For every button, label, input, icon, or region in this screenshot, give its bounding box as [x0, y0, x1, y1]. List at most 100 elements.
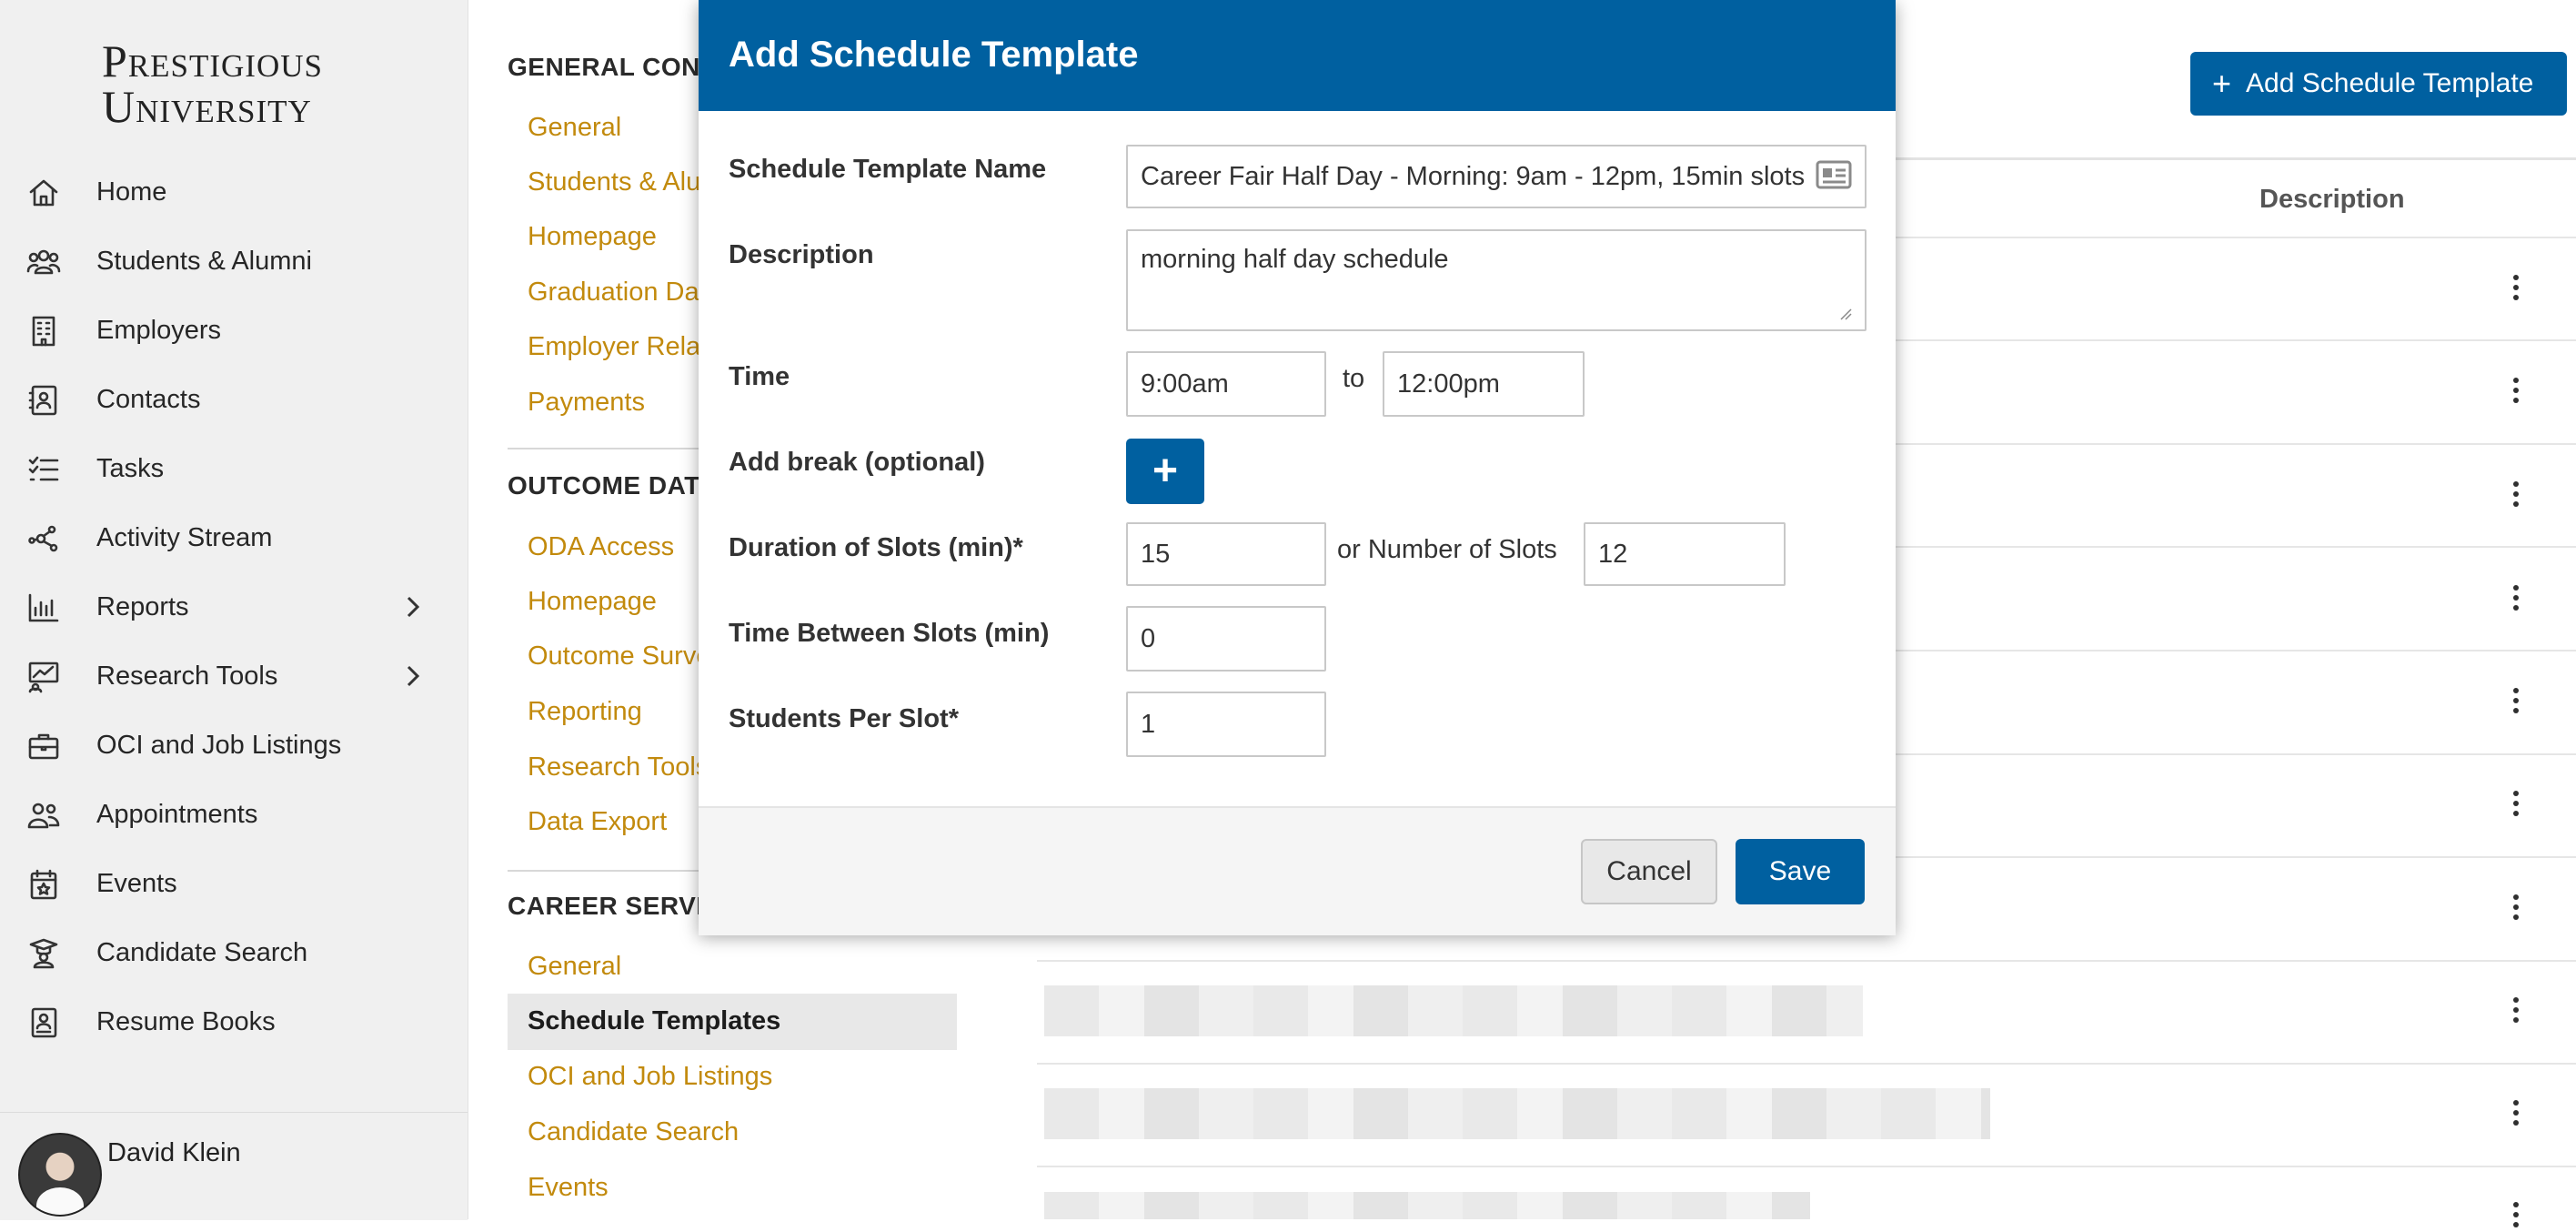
- nav-item-activity-stream[interactable]: Activity Stream: [0, 503, 468, 572]
- add-schedule-template-dialog: Add Schedule Template Schedule Template …: [699, 0, 1896, 935]
- nav-item-contacts[interactable]: Contacts: [0, 365, 468, 434]
- nav-label: Home: [96, 177, 167, 207]
- submenu-link-reporting[interactable]: Reporting: [528, 697, 642, 727]
- nav-label: OCI and Job Listings: [96, 730, 342, 760]
- dialog-footer: Cancel Save: [699, 806, 1896, 935]
- row-menu-icon[interactable]: [2505, 685, 2527, 718]
- column-header-description[interactable]: Description: [2259, 185, 2405, 215]
- chevron-right-icon[interactable]: [400, 594, 426, 620]
- time-label: Time: [729, 362, 790, 391]
- nav-item-oci-job-listings[interactable]: OCI and Job Listings: [0, 711, 468, 780]
- people-icon: [25, 797, 62, 833]
- submenu-link-candidate-search[interactable]: Candidate Search: [528, 1117, 739, 1147]
- slot-duration-input[interactable]: [1126, 522, 1326, 586]
- sidebar: Prestigious University Home Students & A…: [0, 0, 468, 1220]
- table-row-divider: [1037, 960, 2576, 962]
- row-menu-icon[interactable]: [2505, 1199, 2527, 1232]
- network-icon: [25, 520, 62, 557]
- contact-card-icon[interactable]: [1816, 160, 1852, 189]
- table-row-divider: [1037, 1166, 2576, 1167]
- submenu-link-oci-job-listings[interactable]: OCI and Job Listings: [528, 1062, 772, 1092]
- avatar[interactable]: [18, 1133, 102, 1217]
- submenu-link-data-export[interactable]: Data Export: [528, 807, 667, 837]
- task-list-icon: [25, 451, 62, 488]
- cancel-button[interactable]: Cancel: [1581, 839, 1717, 904]
- users-icon: [25, 244, 62, 280]
- row-menu-icon[interactable]: [2505, 995, 2527, 1027]
- description-textarea[interactable]: morning half day schedule: [1126, 229, 1867, 331]
- time-between-slots-label: Time Between Slots (min): [729, 619, 1050, 648]
- dialog-header: Add Schedule Template: [699, 0, 1896, 111]
- bar-chart-icon: [25, 590, 62, 626]
- students-per-slot-label: Students Per Slot*: [729, 704, 959, 733]
- time-between-slots-input[interactable]: [1126, 606, 1326, 672]
- submenu-link-events[interactable]: Events: [528, 1173, 609, 1203]
- add-break-button[interactable]: +: [1126, 439, 1204, 504]
- slot-duration-label: Duration of Slots (min)*: [729, 533, 1023, 562]
- building-icon: [25, 313, 62, 349]
- row-menu-icon[interactable]: [2505, 892, 2527, 924]
- nav-label: Activity Stream: [96, 522, 273, 552]
- row-menu-icon[interactable]: [2505, 788, 2527, 821]
- contact-card-icon: [25, 382, 62, 419]
- university-logo[interactable]: Prestigious University: [102, 38, 375, 129]
- research-chart-icon: [25, 659, 62, 695]
- students-per-slot-input[interactable]: [1126, 692, 1326, 757]
- submenu-link-research-tools[interactable]: Research Tools: [528, 752, 709, 783]
- table-row-divider: [1037, 1063, 2576, 1065]
- nav-label: Resume Books: [96, 1006, 276, 1036]
- row-menu-icon[interactable]: [2505, 479, 2527, 511]
- nav-item-candidate-search[interactable]: Candidate Search: [0, 918, 468, 987]
- add-break-label: Add break (optional): [729, 448, 985, 477]
- template-name-input[interactable]: [1126, 145, 1867, 208]
- nav-label: Tasks: [96, 453, 165, 483]
- submenu-link-oda-access[interactable]: ODA Access: [528, 532, 674, 562]
- row-menu-icon[interactable]: [2505, 272, 2527, 305]
- nav-label: Appointments: [96, 799, 258, 829]
- home-icon: [25, 175, 62, 211]
- nav-label: Employers: [96, 315, 221, 345]
- resize-handle-icon[interactable]: [1839, 308, 1852, 320]
- submenu-link-payments[interactable]: Payments: [528, 388, 645, 418]
- redacted-row-content: [1044, 1192, 1810, 1219]
- nav-item-employers[interactable]: Employers: [0, 296, 468, 365]
- main-nav: Home Students & Alumni Employers Contact…: [0, 157, 468, 1056]
- submenu-link-general[interactable]: General: [528, 113, 621, 143]
- submenu-link-career-general[interactable]: General: [528, 952, 621, 982]
- add-schedule-template-button[interactable]: + Add Schedule Template: [2190, 52, 2567, 116]
- plus-icon: +: [2212, 65, 2232, 102]
- nav-item-tasks[interactable]: Tasks: [0, 434, 468, 503]
- number-of-slots-label: or Number of Slots: [1337, 535, 1557, 564]
- nav-item-home[interactable]: Home: [0, 157, 468, 227]
- nav-label: Events: [96, 868, 177, 898]
- nav-item-resume-books[interactable]: Resume Books: [0, 987, 468, 1056]
- end-time-input[interactable]: [1383, 351, 1585, 417]
- nav-item-research-tools[interactable]: Research Tools: [0, 641, 468, 711]
- logo-line-1: Prestigious: [102, 35, 323, 86]
- submenu-link-homepage[interactable]: Homepage: [528, 222, 657, 252]
- number-of-slots-input[interactable]: [1584, 522, 1786, 586]
- redacted-row-content: [1044, 1088, 1990, 1139]
- nav-item-reports[interactable]: Reports: [0, 572, 468, 641]
- nav-label: Students & Alumni: [96, 246, 312, 276]
- nav-label: Contacts: [96, 384, 201, 414]
- nav-item-students-alumni[interactable]: Students & Alumni: [0, 227, 468, 296]
- save-button[interactable]: Save: [1736, 839, 1865, 904]
- calendar-star-icon: [25, 866, 62, 903]
- nav-item-appointments[interactable]: Appointments: [0, 780, 468, 849]
- chevron-right-icon[interactable]: [400, 663, 426, 689]
- nav-item-events[interactable]: Events: [0, 849, 468, 918]
- time-to-label: to: [1343, 364, 1365, 393]
- nav-label: Reports: [96, 591, 189, 621]
- row-menu-icon[interactable]: [2505, 375, 2527, 408]
- template-name-label: Schedule Template Name: [729, 155, 1047, 184]
- description-label: Description: [729, 240, 874, 269]
- user-name: David Klein: [107, 1138, 241, 1167]
- start-time-input[interactable]: [1126, 351, 1326, 417]
- nav-label: Research Tools: [96, 661, 278, 691]
- row-menu-icon[interactable]: [2505, 1097, 2527, 1130]
- row-menu-icon[interactable]: [2505, 582, 2527, 615]
- user-profile[interactable]: David Klein: [0, 1112, 468, 1220]
- submenu-link-schedule-templates[interactable]: Schedule Templates: [508, 994, 957, 1050]
- submenu-link-outcome-homepage[interactable]: Homepage: [528, 587, 657, 617]
